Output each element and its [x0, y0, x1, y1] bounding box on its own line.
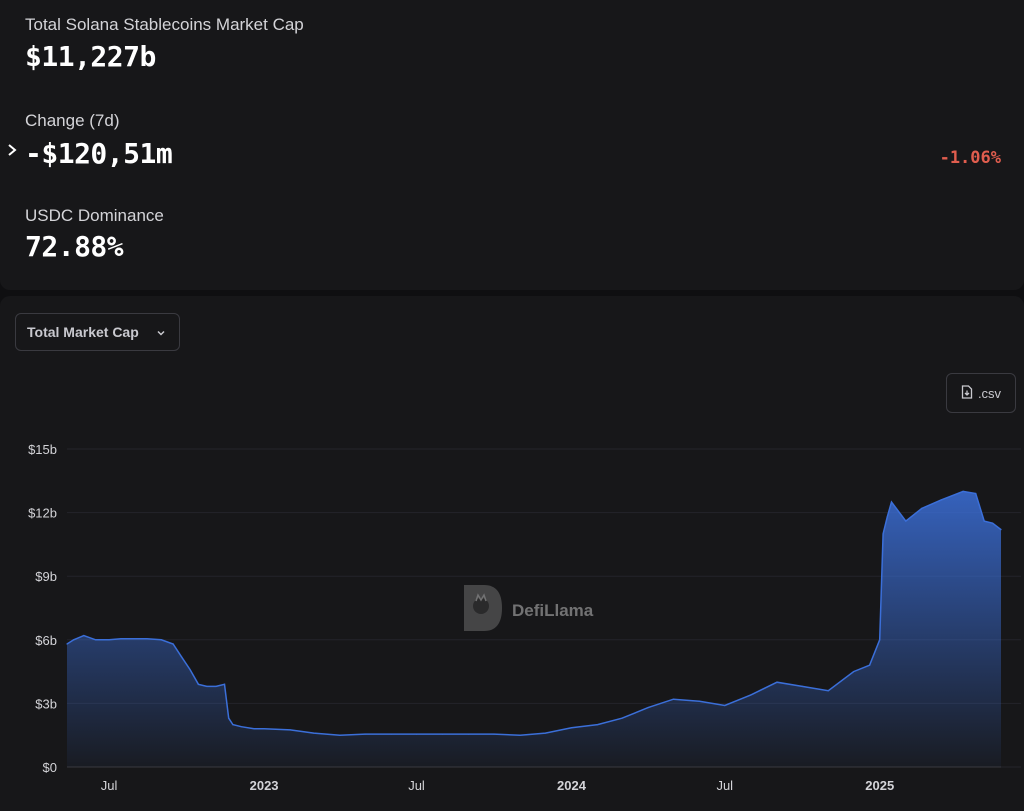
csv-label: .csv	[977, 385, 1002, 401]
watermark-text: DefiLlama	[512, 600, 594, 620]
defillama-watermark: DefiLlama	[462, 583, 593, 638]
file-download-icon	[961, 384, 973, 402]
expand-chevron-icon[interactable]	[4, 141, 20, 159]
llama-logo-icon	[462, 583, 504, 638]
chart-panel	[0, 296, 1024, 811]
usdc-dominance-label: USDC Dominance	[25, 206, 164, 225]
usdc-dominance-value: 72.88%	[25, 230, 124, 263]
chevron-down-icon	[155, 326, 167, 342]
change-7d-percent: -1.06%	[939, 148, 1001, 168]
change-7d-value: -$120,51m	[25, 137, 173, 170]
change-7d-label: Change (7d)	[25, 111, 120, 130]
chart-type-dropdown-label: Total Market Cap	[27, 324, 139, 340]
chart-type-dropdown[interactable]: Total Market Cap	[15, 313, 180, 351]
download-csv-button[interactable]: .csv	[946, 373, 1016, 413]
total-market-cap-value: $11,227b	[25, 40, 156, 73]
total-market-cap-label: Total Solana Stablecoins Market Cap	[25, 15, 304, 34]
